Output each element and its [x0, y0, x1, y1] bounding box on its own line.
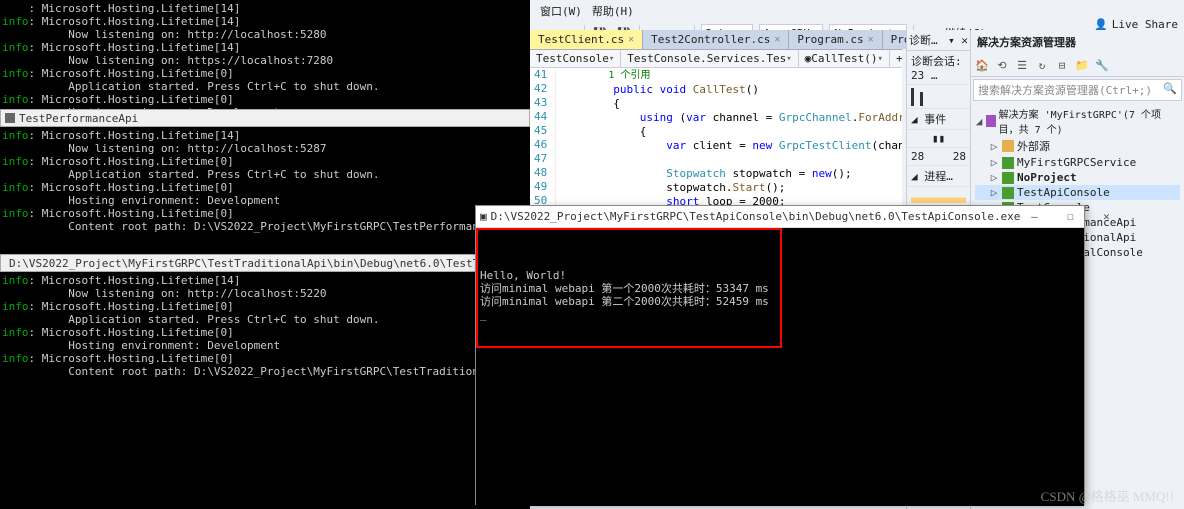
diag-title: 诊断…: [909, 32, 938, 48]
console-grpc-service: : Microsoft.Hosting.Lifetime[14] info: M…: [0, 0, 530, 109]
diag-session: 诊断会话: 23 …: [907, 51, 970, 85]
maximize-button[interactable]: ☐: [1056, 206, 1084, 228]
menu-help[interactable]: 帮助(H): [592, 3, 634, 19]
app-icon: ▣: [480, 210, 487, 223]
close-icon[interactable]: ✕: [628, 34, 634, 45]
menu-bar: 窗口(W) 帮助(H): [530, 0, 1184, 22]
menu-window[interactable]: 窗口(W): [540, 3, 582, 19]
project-外部源[interactable]: ▷外部源: [975, 137, 1180, 155]
console-testperformanceapi: info: Microsoft.Hosting.Lifetime[14] Now…: [0, 127, 530, 236]
tab-TestClient.cs[interactable]: TestClient.cs✕: [530, 30, 643, 49]
titlebar-testtraditionalapi[interactable]: D:\VS2022_Project\MyFirstGRPC\TestTradit…: [0, 254, 530, 272]
filter-icon[interactable]: ☰: [1013, 56, 1031, 74]
properties-icon[interactable]: 🔧: [1093, 56, 1111, 74]
app-icon: [5, 113, 15, 123]
show-all-icon[interactable]: 📁: [1073, 56, 1091, 74]
close-icon[interactable]: ✕: [774, 34, 780, 45]
testapiconsole-window[interactable]: ▣ D:\VS2022_Project\MyFirstGRPC\TestApiC…: [475, 205, 1085, 505]
diag-process[interactable]: ◢ 进程…: [907, 166, 970, 187]
editor-navbar: TestConsole▾ TestConsole.Services.Tes▾ ◉…: [530, 50, 902, 68]
nav-class-dropdown[interactable]: TestConsole.Services.Tes▾: [621, 50, 798, 67]
project-MyFirstGRPCService[interactable]: ▷MyFirstGRPCService: [975, 155, 1180, 170]
popup-titlebar[interactable]: ▣ D:\VS2022_Project\MyFirstGRPC\TestApiC…: [476, 206, 1084, 228]
console-testtraditionalapi: info: Microsoft.Hosting.Lifetime[14] Now…: [0, 272, 530, 509]
popup-console: Hello, World! 访问minimal webapi 第一个2000次共…: [476, 228, 1084, 506]
solution-toolbar: 🏠 ⟲ ☰ ↻ ⊟ 📁 🔧: [971, 54, 1184, 77]
minimize-button[interactable]: —: [1020, 206, 1048, 228]
home-icon[interactable]: 🏠: [973, 56, 991, 74]
collapse-icon[interactable]: ⊟: [1053, 56, 1071, 74]
solution-search-input[interactable]: 搜索解决方案资源管理器(Ctrl+;)🔍: [973, 79, 1182, 101]
close-button[interactable]: ✕: [1092, 206, 1120, 228]
code-editor[interactable]: 41 42 43 44 45 46 47 48 49 50 1 个引用 publ…: [530, 68, 902, 226]
refresh-icon[interactable]: ↻: [1033, 56, 1051, 74]
line-gutter: 41 42 43 44 45 46 47 48 49 50: [530, 68, 556, 226]
diag-events[interactable]: ◢ 事件: [907, 109, 970, 130]
project-NoProject[interactable]: ▷NoProject: [975, 170, 1180, 185]
editor-tabs: TestClient.cs✕Test2Controller.cs✕Program…: [530, 30, 902, 50]
solution-explorer-title: 解决方案资源管理器: [971, 30, 1184, 54]
tab-Program.cs[interactable]: Program.cs✕: [789, 30, 882, 49]
nav-project-dropdown[interactable]: TestConsole▾: [530, 50, 621, 67]
pause-icon[interactable]: ▮▮: [907, 130, 970, 148]
project-TestApiConsole[interactable]: ▷TestApiConsole: [975, 185, 1180, 200]
titlebar-testperformanceapi[interactable]: TestPerformanceApi: [0, 109, 530, 127]
code-area[interactable]: 1 个引用 public void CallTest() { using (va…: [556, 68, 902, 226]
solution-root[interactable]: ◢ 解决方案 'MyFirstGRPC'(7 个项目，共 7 个): [975, 105, 1180, 137]
tab-Test2Controller.cs[interactable]: Test2Controller.cs✕: [643, 30, 789, 49]
window-title: TestPerformanceApi: [19, 112, 138, 125]
close-icon[interactable]: ✕: [868, 34, 874, 45]
sync-icon[interactable]: ⟲: [993, 56, 1011, 74]
nav-member-dropdown[interactable]: ◉ CallTest()▾: [799, 50, 890, 67]
diag-counts: 2828: [907, 148, 970, 166]
watermark: CSDN @格格巫 MMQ!!: [1041, 486, 1174, 505]
popup-title: D:\VS2022_Project\MyFirstGRPC\TestApiCon…: [491, 210, 1021, 223]
